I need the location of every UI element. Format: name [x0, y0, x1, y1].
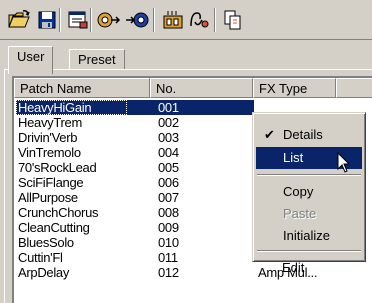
- menu-item-paste[interactable]: Paste: [256, 203, 362, 225]
- cell-number: 010: [158, 235, 179, 250]
- properties-icon[interactable]: [65, 7, 91, 33]
- menu-item-edit-label: Edit: [282, 260, 305, 275]
- open-folder-icon[interactable]: [6, 7, 32, 33]
- cell-number: 003: [158, 130, 179, 145]
- cell-number: 005: [158, 160, 179, 175]
- cell-patch-name: CrunchChorus: [18, 205, 99, 220]
- toolbar: [0, 0, 372, 40]
- menu-item-copy-label: Copy: [283, 184, 314, 199]
- cell-patch-name: Cuttin'Fl: [18, 250, 63, 265]
- tab-preset-label: Preset: [78, 52, 116, 67]
- cell-number: 002: [158, 115, 179, 130]
- list-header: Patch Name No. FX Type: [14, 78, 372, 98]
- midi-out-icon[interactable]: [96, 7, 122, 33]
- toolbar-separator: [214, 8, 216, 32]
- effect-icon[interactable]: [160, 7, 186, 33]
- menu-item-initialize[interactable]: Initialize: [256, 225, 362, 247]
- column-header-fx-type[interactable]: FX Type: [253, 78, 336, 98]
- cell-patch-name: ArpDelay: [18, 265, 70, 280]
- menu-item-details-label: Details: [283, 127, 323, 142]
- cell-number: 006: [158, 175, 179, 190]
- cell-patch-name: AllPurpose: [18, 190, 78, 205]
- cell-patch-name: CleanCutting: [18, 220, 90, 235]
- midi-in-icon[interactable]: [124, 7, 150, 33]
- tab-preset[interactable]: Preset: [69, 49, 125, 69]
- toolbar-separator: [90, 8, 92, 32]
- cell-number: 008: [158, 205, 179, 220]
- cell-number: 009: [158, 220, 179, 235]
- export-icon[interactable]: [220, 7, 246, 33]
- menu-item-details[interactable]: ✔ Details: [256, 124, 362, 146]
- tab-user[interactable]: User: [8, 46, 54, 74]
- menu-separator: [257, 250, 361, 252]
- cell-number: 011: [158, 250, 178, 265]
- column-header-filler: [336, 78, 372, 98]
- tab-user-label: User: [17, 49, 45, 64]
- cell-number: 007: [158, 190, 179, 205]
- cell-patch-name: Drivin'Verb: [18, 130, 78, 145]
- menu-item-copy[interactable]: Copy: [256, 181, 362, 203]
- menu-item-edit[interactable]: Edit: [255, 257, 361, 279]
- toolbar-separator: [153, 8, 155, 32]
- cell-patch-name: BluesSolo: [18, 235, 74, 250]
- save-icon[interactable]: [34, 7, 60, 33]
- cell-patch-name: SciFiFlange: [18, 175, 84, 190]
- cell-patch-name: HeavyTrem: [18, 115, 82, 130]
- column-header-no[interactable]: No.: [150, 78, 253, 98]
- column-header-patch-name[interactable]: Patch Name: [14, 78, 150, 98]
- context-menu: ✔ Details List Copy Paste Initialize: [252, 112, 366, 262]
- menu-item-initialize-label: Initialize: [283, 228, 330, 243]
- checkmark-icon: ✔: [264, 127, 275, 142]
- cell-patch-name: HeavyHiGain: [18, 100, 92, 115]
- menu-item-paste-label: Paste: [283, 206, 317, 221]
- cell-number: 004: [158, 145, 179, 160]
- mouse-pointer-icon: [337, 151, 351, 177]
- tuner-icon[interactable]: [186, 7, 212, 33]
- cell-number: 001: [158, 100, 179, 115]
- cell-number: 012: [158, 265, 179, 280]
- menu-item-list-label: List: [283, 150, 304, 165]
- cell-patch-name: 70'sRockLead: [18, 160, 97, 175]
- cell-patch-name: VinTremolo: [18, 145, 81, 160]
- toolbar-separator: [59, 8, 61, 32]
